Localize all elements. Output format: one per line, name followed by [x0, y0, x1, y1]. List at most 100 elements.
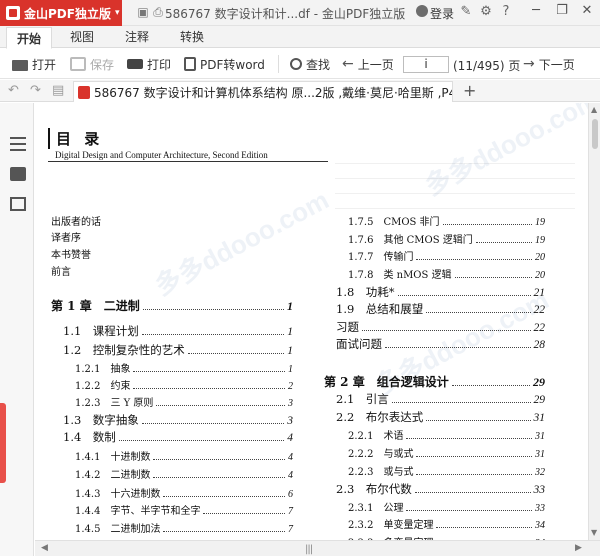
open-label: 打开	[32, 57, 57, 72]
new-tab-button[interactable]: +	[463, 81, 476, 100]
page-number-input[interactable]: i	[403, 56, 449, 73]
print-quick-icon[interactable]: ⎙	[151, 5, 165, 19]
toc-entry-title: 第 2 章 组合逻辑设计	[324, 375, 449, 389]
toc-entry: 1.7.7 传输门 20	[348, 248, 545, 263]
tab-view[interactable]: 视图	[60, 26, 104, 48]
tab-convert[interactable]: 转换	[170, 26, 214, 48]
toc-page-number: 1	[288, 364, 293, 375]
toc-entry-title: 第 1 章 二进制	[51, 299, 140, 313]
toc-leader	[142, 309, 284, 310]
toc-entry: 2.2.2 与或式 31	[348, 445, 545, 460]
toc-page-number: 32	[535, 467, 545, 478]
redo-icon[interactable]: ↷	[30, 83, 41, 98]
side-panel-rail	[0, 103, 34, 556]
toc-leader	[187, 353, 285, 354]
toc-leader	[385, 347, 531, 348]
toc-page-number: 31	[535, 449, 545, 460]
scroll-left-icon[interactable]: ◀	[41, 543, 48, 553]
document-viewer[interactable]: 多多ddooo.com 多多ddooo.com 多多ddooo.com 目 录 …	[35, 103, 588, 540]
toc-entry: 1.4.5 二进制加法 7	[75, 520, 293, 535]
toc-page-number: 20	[535, 252, 545, 263]
save-button[interactable]: 保存	[70, 55, 114, 73]
open-button[interactable]: 打开	[12, 55, 56, 73]
toc-entry-title: 1.4.2 二进制数	[75, 470, 151, 481]
login-link[interactable]: 登录	[430, 5, 454, 22]
undo-icon[interactable]: ↶	[8, 83, 19, 98]
maximize-button[interactable]: ❐	[553, 3, 571, 18]
toc-page-number: 3	[287, 415, 293, 427]
document-list-icon[interactable]: ▤	[52, 83, 64, 98]
toc-leader	[118, 440, 285, 441]
save-label: 保存	[90, 57, 115, 72]
toolbar: 打开 保存 打印 PDF转word 查找 ← 上一页 i (11/495) 页 …	[0, 49, 600, 79]
folder-icon	[12, 59, 28, 71]
toc-entry-title: 2.2.2 与或式	[348, 449, 414, 460]
outline-icon[interactable]	[10, 137, 26, 151]
toc-entry: 2.1 引言 29	[336, 391, 545, 407]
vertical-scroll-thumb[interactable]	[592, 119, 598, 149]
document-tab[interactable]: 586767 数字设计和计算机体系结构 原...2版 ,戴维·莫尼·哈里斯 ,P…	[73, 81, 453, 102]
scroll-down-icon[interactable]: ▼	[591, 528, 597, 537]
tab-annotate[interactable]: 注释	[115, 26, 159, 48]
toc-entry: 1.4 数制 4	[63, 429, 293, 445]
pdf-to-word-button[interactable]: PDF转word	[184, 55, 265, 73]
toc-entry: 本书赞誉	[51, 246, 293, 261]
toc-page-number: 33	[533, 484, 546, 496]
side-expand-handle[interactable]	[0, 403, 6, 483]
toc-leader	[203, 513, 285, 514]
arrow-left-icon: ←	[342, 56, 354, 72]
toc-leader	[391, 402, 531, 403]
search-icon	[290, 58, 302, 70]
app-menu-button[interactable]: 金山PDF独立版 ▾	[0, 0, 122, 26]
page-subtitle: Digital Design and Computer Architecture…	[55, 150, 268, 160]
toc-entry-title: 1.7.6 其他 CMOS 逻辑门	[348, 235, 473, 246]
minimize-button[interactable]: ─	[527, 3, 545, 18]
toc-entry-title: 1.4.1 十进制数	[75, 452, 151, 463]
find-label: 查找	[306, 57, 331, 72]
toc-entry-title: 2.2 布尔表达式	[336, 410, 424, 424]
toc-entry-title: 1.7.5 CMOS 非门	[348, 217, 440, 228]
toc-entry: 第 2 章 组合逻辑设计 29	[324, 373, 545, 390]
horizontal-scrollbar[interactable]: ◀ ||| ▶	[35, 540, 600, 556]
toc-entry: 1.3 数字抽象 3	[63, 412, 293, 428]
toc-leader	[133, 371, 285, 372]
toc-page-number: 2	[288, 381, 293, 392]
close-window-button[interactable]: ✕	[578, 3, 596, 18]
toc-leader	[156, 405, 285, 406]
find-button[interactable]: 查找	[290, 55, 330, 73]
toc-entry: 第 1 章 二进制 1	[51, 297, 293, 314]
next-page-button[interactable]: → 下一页	[523, 55, 575, 73]
thumbnail-icon[interactable]	[10, 197, 26, 211]
toc-page-number: 28	[533, 339, 546, 351]
scroll-up-icon[interactable]: ▲	[591, 105, 597, 114]
save-quick-icon[interactable]: ▣	[136, 5, 150, 19]
toc-entry: 1.2 控制复杂性的艺术 1	[63, 342, 293, 358]
toc-entry: 1.1 课程计划 1	[63, 323, 293, 339]
toc-leader	[454, 277, 532, 278]
settings-icon[interactable]: ⚙	[478, 4, 494, 19]
toc-entry: 1.4.2 二进制数 4	[75, 466, 293, 481]
toc-entry-title: 1.9 总结和展望	[336, 302, 424, 316]
help-icon[interactable]: ?	[498, 4, 514, 19]
toc-entry: 2.2.1 术语 31	[348, 427, 545, 442]
page-count: (11/495) 页	[453, 59, 521, 73]
toc-leader	[442, 224, 532, 225]
user-icon[interactable]	[416, 5, 428, 17]
scroll-right-icon[interactable]: ▶	[575, 543, 582, 553]
toc-page-number: 29	[533, 375, 545, 389]
skin-icon[interactable]: ✎	[458, 4, 474, 19]
toc-entry-title: 1.3 数字抽象	[63, 413, 139, 427]
toc-page-number: 22	[533, 322, 546, 334]
toc-page-number: 20	[535, 270, 545, 281]
comment-icon[interactable]	[10, 167, 26, 181]
toc-entry: 1.9 总结和展望 22	[336, 301, 545, 317]
toc-leader	[153, 477, 285, 478]
print-button[interactable]: 打印	[127, 55, 171, 73]
toc-page-number: 19	[535, 235, 545, 246]
prev-page-button[interactable]: ← 上一页	[342, 55, 394, 73]
toc-page-number: 31	[533, 412, 546, 424]
app-name: 金山PDF独立版	[24, 6, 111, 21]
horizontal-scroll-grip[interactable]: |||	[305, 544, 313, 555]
tab-start[interactable]: 开始	[6, 27, 53, 49]
vertical-scrollbar[interactable]: ▲ ▼	[588, 103, 600, 540]
